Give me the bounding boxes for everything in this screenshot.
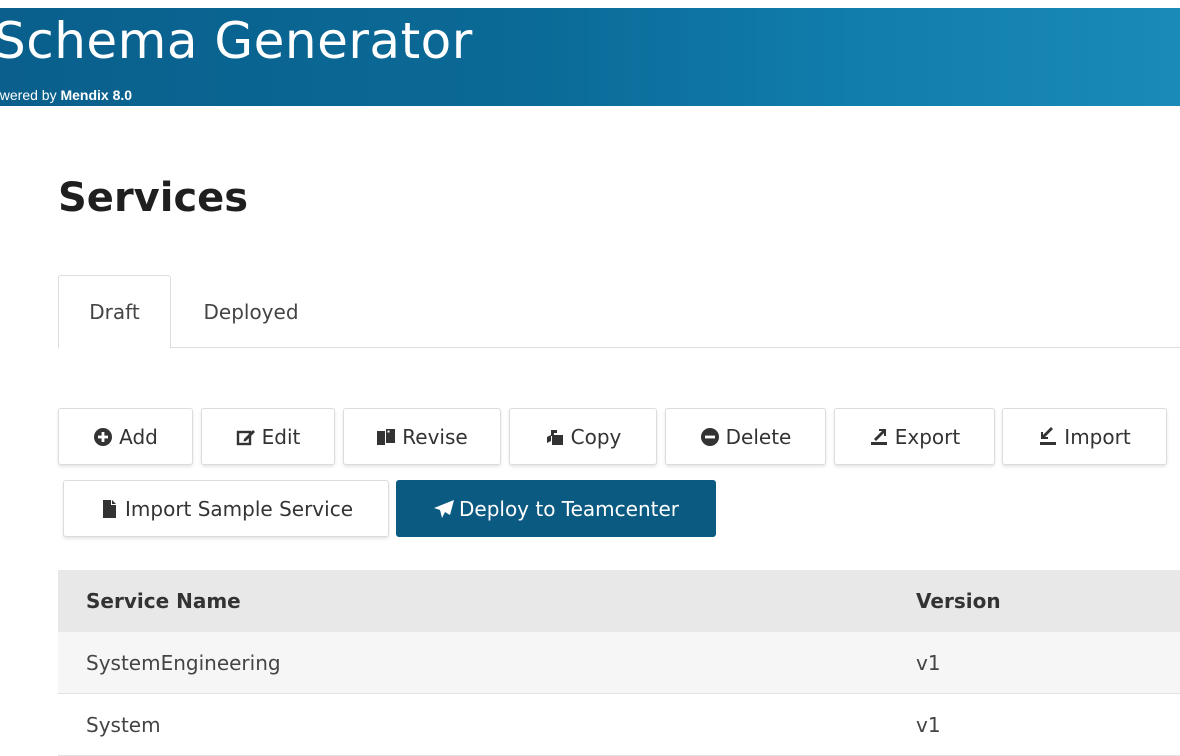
revise-icon bbox=[376, 427, 396, 447]
services-table: Service Name Version SystemEngineering v… bbox=[58, 570, 1180, 756]
file-icon bbox=[99, 499, 119, 519]
delete-button-label: Delete bbox=[725, 424, 792, 449]
page-title: Services bbox=[58, 175, 249, 221]
app-header-banner: Schema Generator owered by Mendix 8.0 bbox=[0, 8, 1180, 106]
edit-icon bbox=[236, 427, 256, 447]
add-button[interactable]: Add bbox=[58, 408, 193, 465]
table-row[interactable]: SystemEngineering v1 bbox=[58, 632, 1180, 694]
copy-button[interactable]: Copy bbox=[509, 408, 657, 465]
column-header-version[interactable]: Version bbox=[916, 589, 1001, 613]
tab-deployed[interactable]: Deployed bbox=[186, 275, 316, 348]
add-button-label: Add bbox=[119, 424, 158, 449]
import-sample-service-button[interactable]: Import Sample Service bbox=[63, 480, 389, 537]
table-row[interactable]: System v1 bbox=[58, 694, 1180, 756]
delete-circle-icon bbox=[700, 427, 720, 447]
deploy-to-teamcenter-label: Deploy to Teamcenter bbox=[458, 496, 680, 521]
plus-circle-icon bbox=[93, 427, 113, 447]
app-title: Schema Generator bbox=[0, 12, 473, 70]
revise-button-label: Revise bbox=[402, 424, 468, 449]
delete-button[interactable]: Delete bbox=[665, 408, 826, 465]
version-cell: v1 bbox=[916, 712, 941, 737]
import-icon bbox=[1038, 426, 1058, 447]
version-cell: v1 bbox=[916, 650, 941, 675]
edit-button-label: Edit bbox=[261, 424, 301, 449]
export-button[interactable]: Export bbox=[834, 408, 995, 465]
export-icon bbox=[869, 427, 889, 447]
import-button[interactable]: Import bbox=[1002, 408, 1167, 465]
paper-plane-icon bbox=[433, 499, 454, 519]
import-sample-service-label: Import Sample Service bbox=[125, 496, 353, 521]
table-header-row: Service Name Version bbox=[58, 570, 1180, 632]
powered-by-brand: Mendix 8.0 bbox=[60, 87, 133, 103]
powered-by-prefix: owered by bbox=[0, 87, 57, 103]
powered-by-label: owered by Mendix 8.0 bbox=[0, 87, 132, 103]
service-name-cell: System bbox=[86, 712, 161, 737]
tab-draft[interactable]: Draft bbox=[58, 275, 171, 349]
edit-button[interactable]: Edit bbox=[201, 408, 335, 465]
import-button-label: Import bbox=[1064, 424, 1131, 449]
deploy-to-teamcenter-button[interactable]: Deploy to Teamcenter bbox=[396, 480, 716, 537]
copy-icon bbox=[545, 427, 565, 447]
service-name-cell: SystemEngineering bbox=[86, 650, 281, 675]
column-header-service-name[interactable]: Service Name bbox=[86, 589, 241, 613]
revise-button[interactable]: Revise bbox=[343, 408, 501, 465]
copy-button-label: Copy bbox=[570, 424, 622, 449]
export-button-label: Export bbox=[894, 424, 961, 449]
tab-bar: Draft Deployed bbox=[58, 275, 1180, 349]
